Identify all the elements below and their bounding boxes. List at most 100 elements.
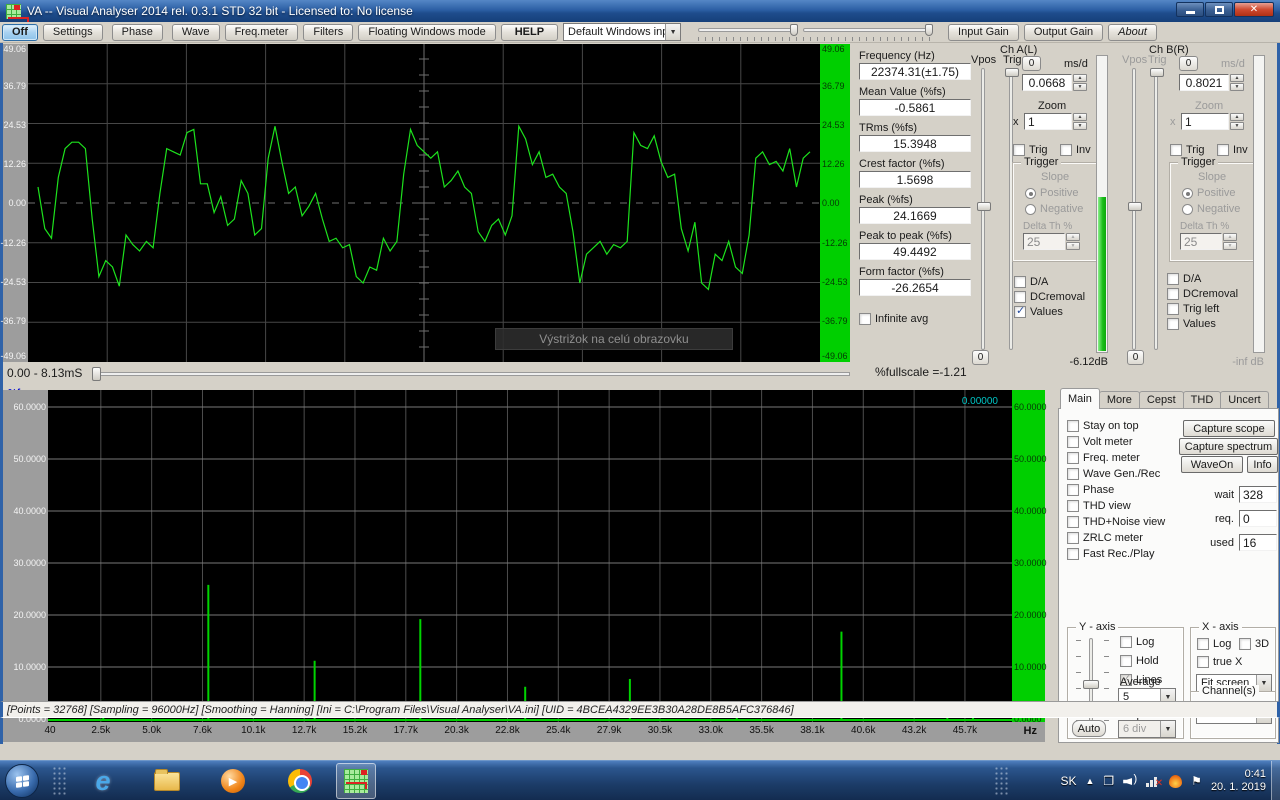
tab-main[interactable]: Main	[1060, 388, 1100, 409]
option-volt-meter[interactable]: Volt meter	[1067, 436, 1133, 448]
vpos-reset-button[interactable]: 0	[1127, 350, 1144, 365]
visual-analyser-taskbar-button[interactable]	[336, 763, 376, 799]
slope-negative-radio[interactable]	[1025, 204, 1036, 215]
trig-option-checkbox[interactable]	[1013, 144, 1025, 156]
channel-option-d-a[interactable]: D/A	[1014, 276, 1048, 288]
phase-button[interactable]: Phase	[112, 24, 163, 41]
x-3d-option[interactable]: 3D	[1239, 638, 1269, 650]
tab-uncert[interactable]: Uncert	[1220, 391, 1268, 409]
slope-negative[interactable]: Negative	[1025, 203, 1083, 215]
channel-option-values[interactable]: Values	[1014, 306, 1063, 318]
zoom-value[interactable]: 1	[1024, 113, 1072, 130]
channel-option-dcremoval[interactable]: DCremoval	[1167, 288, 1238, 300]
network-icon[interactable]: ✕	[1146, 775, 1160, 787]
vpos-reset-button[interactable]: 0	[972, 350, 989, 365]
language-indicator[interactable]: SK	[1060, 774, 1076, 788]
option-fast-rec-play-checkbox[interactable]	[1067, 548, 1079, 560]
tab-thd[interactable]: THD	[1183, 391, 1222, 409]
start-button[interactable]	[5, 764, 39, 798]
slope-positive-radio[interactable]	[1182, 188, 1193, 199]
delta-th-value[interactable]: 25	[1180, 233, 1222, 250]
step-select[interactable]: 6 div ▼	[1118, 720, 1176, 738]
option-zrlc-meter[interactable]: ZRLC meter	[1067, 532, 1143, 544]
trig-option[interactable]: Trig	[1170, 144, 1205, 156]
auto-button[interactable]: Auto	[1072, 720, 1106, 737]
scope-h-scrollbar[interactable]	[92, 372, 850, 376]
capture-scope-button[interactable]: Capture scope	[1183, 420, 1275, 437]
input-gain-thumb[interactable]	[790, 24, 798, 36]
x-log-checkbox[interactable]	[1197, 638, 1209, 650]
channel-option-values[interactable]: Values	[1167, 318, 1216, 330]
power-plug-icon[interactable]: ❐	[1103, 774, 1114, 788]
speaker-icon[interactable]	[1123, 775, 1137, 787]
trig-slider-thumb[interactable]	[1150, 68, 1164, 77]
inv-option[interactable]: Inv	[1060, 144, 1091, 156]
help-button[interactable]: HELP	[501, 24, 558, 41]
zoom-spinner[interactable]: ▲▼	[1073, 113, 1087, 130]
wave-button[interactable]: Wave	[172, 24, 220, 41]
ms-per-div-spinner[interactable]: ▲▼	[1073, 74, 1087, 91]
file-explorer-icon[interactable]	[152, 766, 182, 796]
ms-per-div-value[interactable]: 0.8021	[1179, 74, 1229, 91]
settings-button[interactable]: Settings	[43, 24, 103, 41]
output-gain-thumb[interactable]	[925, 24, 933, 36]
option-thd-noise-view-checkbox[interactable]	[1067, 516, 1079, 528]
slope-positive[interactable]: Positive	[1025, 187, 1079, 199]
filters-button[interactable]: Filters	[303, 24, 353, 41]
about-button[interactable]: About	[1108, 24, 1157, 41]
delta-th-spinner[interactable]: ▲▼	[1066, 233, 1080, 250]
vpos-slider-thumb[interactable]	[1128, 202, 1142, 211]
slope-negative[interactable]: Negative	[1182, 203, 1240, 215]
channel-option-d-a-checkbox[interactable]	[1167, 273, 1179, 285]
trig-slider[interactable]	[1154, 68, 1158, 350]
option-freq-meter-checkbox[interactable]	[1067, 452, 1079, 464]
x-log-option[interactable]: Log	[1197, 638, 1231, 650]
off-button[interactable]: Off	[2, 24, 38, 41]
channel-option-dcremoval[interactable]: DCremoval	[1014, 291, 1085, 303]
option-wave-gen-rec[interactable]: Wave Gen./Rec	[1067, 468, 1160, 480]
minimize-button[interactable]	[1176, 2, 1204, 17]
tray-expand-icon[interactable]: ▲	[1085, 776, 1094, 786]
action-center-flag-icon[interactable]: ⚑	[1191, 774, 1202, 788]
option-wave-gen-rec-checkbox[interactable]	[1067, 468, 1079, 480]
delta-th-spinner[interactable]: ▲▼	[1223, 233, 1237, 250]
input-gain-track[interactable]	[698, 28, 798, 32]
floating-windows-button[interactable]: Floating Windows mode	[358, 24, 495, 41]
option-zrlc-meter-checkbox[interactable]	[1067, 532, 1079, 544]
y-axis-slider-thumb[interactable]	[1083, 680, 1099, 689]
scope-h-scrollbar-thumb[interactable]	[92, 367, 101, 381]
x-3d-checkbox[interactable]	[1239, 638, 1251, 650]
channel-option-dcremoval-checkbox[interactable]	[1014, 291, 1026, 303]
zoom-spinner[interactable]: ▲▼	[1230, 113, 1244, 130]
output-gain-slider[interactable]	[803, 23, 933, 41]
channel-option-trig-left-checkbox[interactable]	[1167, 303, 1179, 315]
chevron-down-icon[interactable]: ▼	[665, 24, 680, 40]
show-desktop-button[interactable]	[1271, 761, 1280, 800]
output-gain-track[interactable]	[803, 28, 933, 32]
tab-more[interactable]: More	[1099, 391, 1140, 409]
antivirus-icon[interactable]	[1169, 775, 1182, 788]
truex-option[interactable]: true X	[1197, 656, 1242, 668]
slope-negative-radio[interactable]	[1182, 204, 1193, 215]
slope-positive-radio[interactable]	[1025, 188, 1036, 199]
vpos-zero-button[interactable]: 0	[1022, 56, 1041, 71]
y-option-hold-checkbox[interactable]	[1120, 655, 1132, 667]
channel-option-d-a-checkbox[interactable]	[1014, 276, 1026, 288]
option-volt-meter-checkbox[interactable]	[1067, 436, 1079, 448]
close-button[interactable]: ✕	[1234, 2, 1274, 17]
wave-on-button[interactable]: WaveOn	[1181, 456, 1243, 473]
capture-spectrum-button[interactable]: Capture spectrum	[1179, 438, 1278, 455]
vpos-zero-button[interactable]: 0	[1179, 56, 1198, 71]
vpos-slider-thumb[interactable]	[977, 202, 991, 211]
inv-option-checkbox[interactable]	[1217, 144, 1229, 156]
ms-per-div-value[interactable]: 0.0668	[1022, 74, 1072, 91]
inv-option[interactable]: Inv	[1217, 144, 1248, 156]
zoom-value[interactable]: 1	[1181, 113, 1229, 130]
option-freq-meter[interactable]: Freq. meter	[1067, 452, 1140, 464]
input-device-select[interactable]: Default Windows inp ▼	[563, 23, 681, 41]
channel-option-trig-left[interactable]: Trig left	[1167, 303, 1219, 315]
option-stay-on-top-checkbox[interactable]	[1067, 420, 1079, 432]
trig-option-checkbox[interactable]	[1170, 144, 1182, 156]
channel-option-d-a[interactable]: D/A	[1167, 273, 1201, 285]
infinite-avg-option[interactable]: Infinite avg	[859, 313, 928, 325]
